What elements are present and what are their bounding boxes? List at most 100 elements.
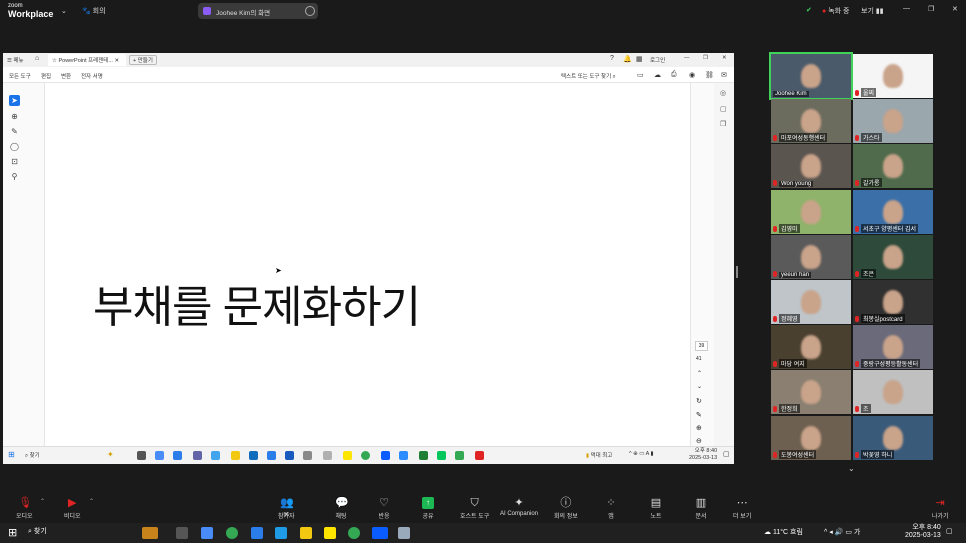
- win-zoom-icon[interactable]: [372, 527, 388, 539]
- acrobat-icon[interactable]: [475, 451, 484, 460]
- video-options-icon[interactable]: ⌃: [89, 498, 94, 505]
- chrome-icon[interactable]: [361, 451, 370, 460]
- menu-esign[interactable]: 전자 서명: [81, 72, 103, 80]
- participant-tile[interactable]: Joohee Kim: [769, 52, 853, 100]
- windows-start-icon[interactable]: ⊞: [8, 526, 17, 539]
- shared-start-icon[interactable]: ⊞: [8, 450, 15, 459]
- tb-app-icon-16[interactable]: [437, 451, 446, 460]
- comment-icon[interactable]: ▢: [720, 105, 727, 113]
- win-app-icon-9[interactable]: [398, 527, 410, 539]
- edge-icon[interactable]: [173, 451, 182, 460]
- win-kakaotalk-icon[interactable]: [324, 527, 336, 539]
- ai-assistant-icon[interactable]: ◎: [720, 89, 726, 97]
- participant-tile[interactable]: 조은: [853, 234, 933, 279]
- page-edit-icon[interactable]: ✎: [696, 411, 702, 419]
- account-icon[interactable]: ◉: [689, 71, 695, 79]
- new-tab-button[interactable]: + 만들기: [129, 55, 157, 65]
- shared-search-box[interactable]: ⌕ 찾기: [25, 451, 40, 460]
- menu-convert[interactable]: 변환: [61, 72, 71, 80]
- tb-app-icon-7[interactable]: [267, 451, 276, 460]
- win-folder-icon[interactable]: [300, 527, 312, 539]
- share-tab[interactable]: Joohee Kim의 화면: [198, 3, 318, 19]
- pdf-menu-button[interactable]: ☰ 메뉴: [7, 56, 24, 64]
- win-edge-icon[interactable]: [275, 527, 287, 539]
- outlook-icon[interactable]: [249, 451, 258, 460]
- windows-tray[interactable]: ^ ◂ 🔊 ▭ 가: [824, 527, 860, 537]
- participant-tile[interactable]: 서초구 양평센터 김서: [853, 189, 933, 234]
- windows-search-box[interactable]: ⌕ 찾기: [28, 526, 128, 540]
- mail-icon[interactable]: ✉: [721, 71, 727, 79]
- react-button[interactable]: ♡ 반응: [378, 497, 390, 520]
- pages-icon[interactable]: ❐: [720, 120, 726, 128]
- tb-app-icon-4[interactable]: [211, 451, 220, 460]
- home-icon[interactable]: ⌂: [35, 55, 39, 62]
- ai-companion-button[interactable]: ✦ AI Companion: [500, 497, 538, 517]
- chat-button[interactable]: 💬 채팅: [335, 497, 349, 520]
- split-handle[interactable]: [736, 266, 738, 278]
- meeting-info-button[interactable]: ⓘ 회의 정보: [554, 497, 578, 520]
- tb-app-icon-9[interactable]: [303, 451, 312, 460]
- participant-tile[interactable]: 마포여성동행센터: [771, 99, 851, 144]
- participant-tile[interactable]: yeeun han: [771, 234, 851, 279]
- share-button[interactable]: ↑ 공유: [422, 497, 434, 520]
- task-view-icon[interactable]: [137, 451, 146, 460]
- word-icon[interactable]: [285, 451, 294, 460]
- text-box-icon[interactable]: ⊡: [9, 156, 20, 167]
- tb-app-icon-15[interactable]: [419, 451, 428, 460]
- win-task-view-icon[interactable]: [176, 527, 188, 539]
- page-up-icon[interactable]: ⌃: [697, 370, 702, 377]
- chevron-down-icon[interactable]: ⌄: [61, 7, 67, 15]
- docs-button[interactable]: ▥ 문서: [695, 497, 707, 520]
- help-icon[interactable]: ?: [610, 55, 614, 62]
- participant-tile[interactable]: 중랑구성평등활동센터: [853, 325, 933, 370]
- meeting-menu[interactable]: 🐾 회의: [82, 6, 106, 16]
- kakaotalk-icon[interactable]: [343, 451, 352, 460]
- close-icon[interactable]: ✕: [952, 5, 958, 13]
- leave-button[interactable]: ⇥ 나가기: [932, 497, 949, 520]
- restore-icon[interactable]: ❐: [928, 5, 934, 13]
- shape-icon[interactable]: ◯: [9, 141, 20, 152]
- win-chrome2-icon[interactable]: [348, 527, 360, 539]
- participant-tile[interactable]: 가스타: [853, 99, 933, 144]
- stamp-icon[interactable]: ⚲: [9, 171, 20, 182]
- zoom-in-icon[interactable]: ⊕: [696, 424, 702, 432]
- folder-icon[interactable]: [231, 451, 240, 460]
- apps-button[interactable]: ⁘ 앱: [605, 497, 617, 520]
- participant-tile[interactable]: Won young: [771, 144, 851, 189]
- select-cursor-icon[interactable]: ➤: [9, 95, 20, 106]
- menu-all-tools[interactable]: 모든 도구: [9, 72, 31, 80]
- tb-app-icon-14[interactable]: [399, 451, 408, 460]
- win-app-icon-1[interactable]: [201, 527, 213, 539]
- view-button[interactable]: 보기 ▮▮: [861, 6, 884, 16]
- notification-icon[interactable]: ▢: [723, 450, 730, 458]
- tb-app-icon-3[interactable]: [193, 451, 202, 460]
- tray-icons[interactable]: ^ ⊕ ▭ A ▮: [629, 451, 654, 457]
- copilot-icon[interactable]: ✦: [107, 450, 114, 459]
- participant-tile[interactable]: 김영미: [771, 189, 851, 234]
- host-tools-button[interactable]: ⛉ 호스트 도구: [460, 497, 489, 520]
- tb-app-icon-1[interactable]: [155, 451, 164, 460]
- participants-button[interactable]: 👥96 참가자: [278, 497, 295, 520]
- participant-tile[interactable]: 갈가롱: [853, 144, 933, 189]
- win-ie-icon[interactable]: [251, 527, 263, 539]
- link-icon[interactable]: ⛓: [705, 71, 714, 79]
- win-chrome-icon[interactable]: [226, 527, 238, 539]
- participant-tile[interactable]: 울찌: [853, 54, 933, 98]
- widget-icon[interactable]: [142, 527, 158, 539]
- upload-cloud-icon[interactable]: ☁: [654, 71, 661, 79]
- participant-tile[interactable]: 박꽃영 하니: [853, 415, 933, 460]
- page-down-icon[interactable]: ⌄: [697, 383, 702, 390]
- participant-tile[interactable]: 정혜영: [771, 280, 851, 324]
- notes-button[interactable]: ▤ 노트: [650, 497, 662, 520]
- pdf-restore-icon[interactable]: ❐: [703, 55, 708, 61]
- participant-tile[interactable]: 최봉실postcard: [853, 280, 933, 324]
- bell-icon[interactable]: 🔔: [623, 55, 632, 63]
- page-number-input[interactable]: 39: [695, 341, 708, 351]
- minimize-icon[interactable]: —: [903, 5, 910, 12]
- save-icon[interactable]: ▭: [637, 71, 644, 79]
- menu-edit[interactable]: 편집: [41, 72, 51, 80]
- apps-grid-icon[interactable]: ▦: [636, 55, 643, 63]
- participant-tile[interactable]: 조: [853, 370, 933, 415]
- pdf-tab-close-icon[interactable]: ✕: [114, 58, 119, 64]
- tb-app-icon-10[interactable]: [323, 451, 332, 460]
